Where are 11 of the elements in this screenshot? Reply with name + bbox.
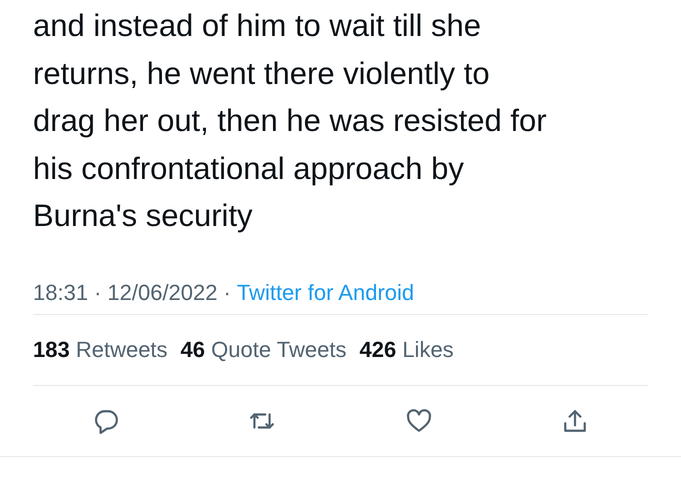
tweet-text: and instead of him to wait till she returns, he went there violently to drag her out, then he was resisted for his confrontational approach by Burna's security	[33, 7, 548, 235]
stat-link[interactable]: 46 Quote Tweets	[180, 336, 346, 362]
stat-link[interactable]: 183 Retweets	[33, 336, 168, 362]
tweet-time: 18:31	[33, 280, 88, 306]
heart-icon[interactable]	[406, 408, 432, 434]
separator-dot: ·	[224, 280, 231, 306]
share-icon[interactable]	[562, 408, 588, 434]
stat-link[interactable]: 426 Likes	[359, 336, 454, 362]
reply-icon[interactable]	[93, 408, 119, 434]
separator-dot: ·	[94, 280, 102, 306]
tweet-date: 12/06/2022	[107, 280, 218, 306]
